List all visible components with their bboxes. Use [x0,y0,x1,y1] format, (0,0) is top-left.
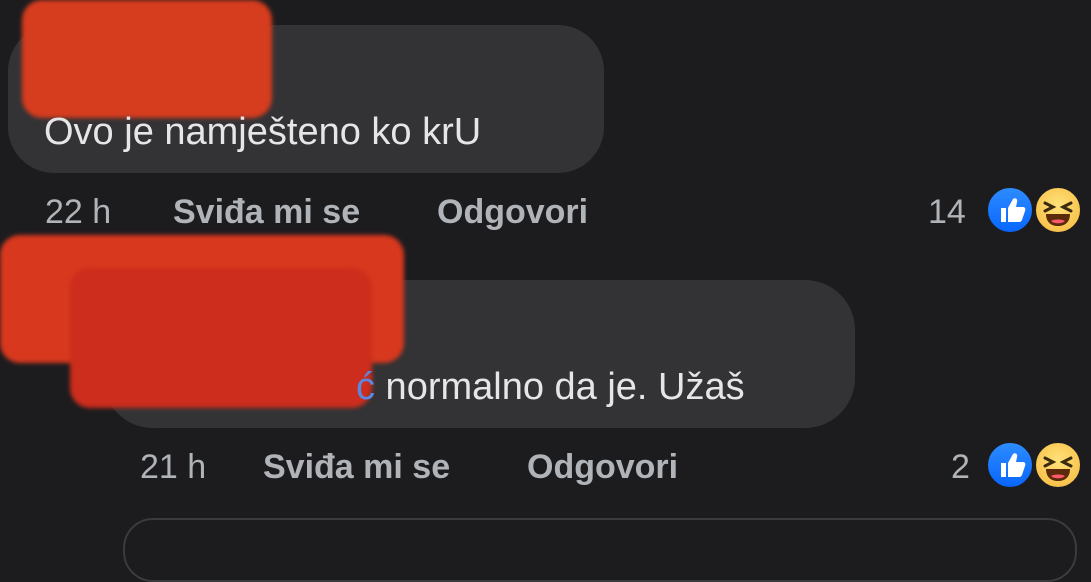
reply-button[interactable]: Odgovori [527,447,678,487]
reaction-count[interactable]: 2 [951,447,970,487]
like-button[interactable]: Sviđa mi se [263,447,450,487]
reply-text: ć normalno da je. Užaš [356,366,745,408]
redacted-author-name [22,0,272,118]
haha-icon[interactable] [1033,440,1083,490]
reply-button[interactable]: Odgovori [437,192,588,232]
like-button[interactable]: Sviđa mi se [173,192,360,232]
comment-timestamp[interactable]: 22 h [45,192,111,232]
reply-timestamp[interactable]: 21 h [140,447,206,487]
redacted-text [70,268,372,408]
reaction-count[interactable]: 14 [928,192,966,232]
like-icon[interactable] [985,185,1035,235]
haha-icon[interactable] [1033,185,1083,235]
comment-text: Ovo je namješteno ko krU [44,111,482,153]
comment-composer[interactable] [123,518,1077,582]
like-icon[interactable] [985,440,1035,490]
